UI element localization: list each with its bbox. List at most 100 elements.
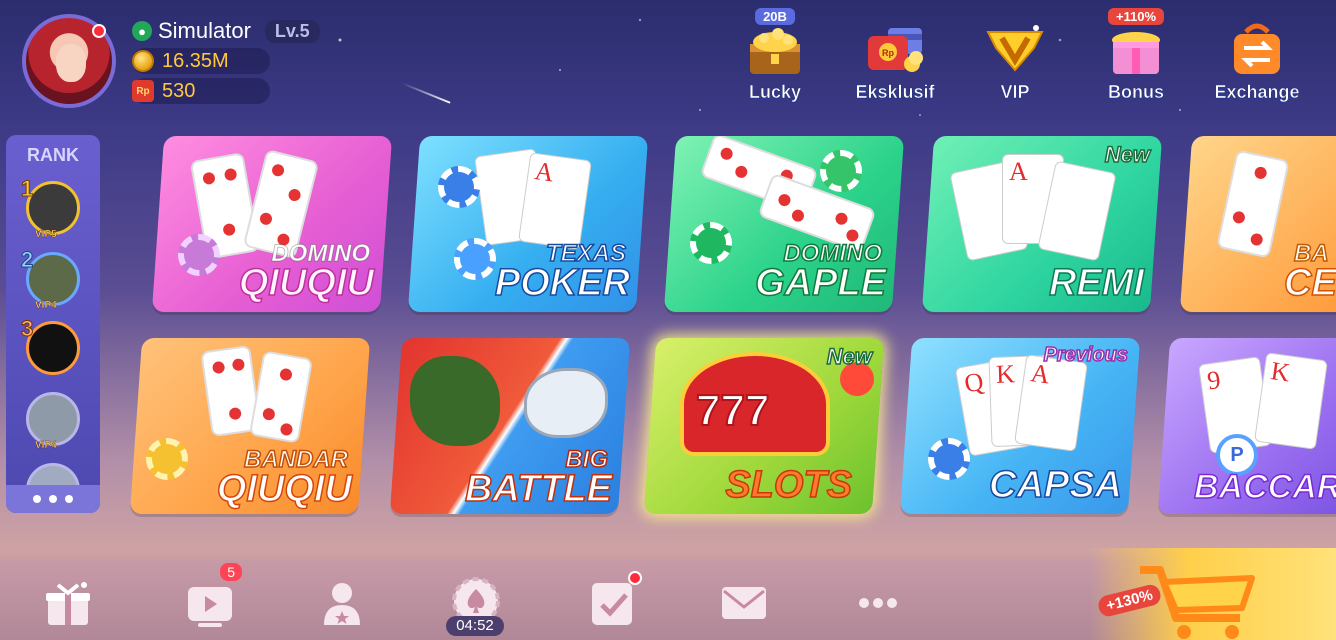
game-title-main: BATTLE <box>464 467 613 511</box>
rank-entry-1[interactable]: 1 VIP5 <box>20 176 80 240</box>
gift-icon <box>46 582 90 625</box>
game-bandar-qiuqiu[interactable]: BANDAR QIUQIU <box>129 338 371 514</box>
menu-eksklusif-label: Eksklusif <box>855 82 935 103</box>
more-dot <box>33 495 41 503</box>
rank-entry-4[interactable]: VIP4 <box>26 392 80 451</box>
coin-icon <box>132 50 154 72</box>
game-title-main: QIUQIU <box>216 467 353 511</box>
poker-chip <box>690 222 732 264</box>
poker-chip <box>820 150 862 192</box>
game-remi[interactable]: A A A New REMI <box>921 136 1163 312</box>
playing-card-ace-hearts: A <box>518 152 592 250</box>
player-name: Simulator <box>158 18 251 43</box>
rank-entry-3[interactable]: 3 <box>20 316 80 375</box>
rank-panel[interactable]: RANK 1 VIP5 2 VIP4 3 VIP4 <box>6 135 100 513</box>
svg-text:Rp: Rp <box>882 48 894 58</box>
mail-button[interactable] <box>716 575 772 631</box>
notification-dot <box>92 24 106 38</box>
exclusive-wallet-icon: Rp <box>864 18 926 80</box>
shooting-star <box>401 82 451 104</box>
game-title-main: POKER <box>494 261 631 305</box>
coin-amount: 16.35M <box>162 49 229 72</box>
menu-bonus-label: Bonus <box>1108 82 1165 103</box>
poker-chip <box>454 238 496 280</box>
game-capsa[interactable]: Q K A Previous CAPSA <box>899 338 1141 514</box>
rank-title: RANK <box>27 145 79 165</box>
domino-tile <box>1216 149 1290 259</box>
mail-icon <box>722 587 766 619</box>
exchange-bag-icon <box>1226 18 1288 80</box>
rp-amount: 530 <box>162 79 196 102</box>
user-star-icon <box>324 583 360 625</box>
menu-vip[interactable]: VIP <box>960 6 1070 102</box>
game-slots[interactable]: 777 New SLOTS <box>643 338 885 514</box>
rank-number: 1 <box>20 176 34 202</box>
tiger-icon <box>524 368 608 438</box>
tv-play-icon <box>188 587 232 627</box>
poker-chip <box>178 234 220 276</box>
video-badge: 5 <box>220 563 242 581</box>
vip-crown-icon <box>984 18 1046 80</box>
previous-tag: Previous <box>1043 343 1129 367</box>
new-tag: New <box>826 343 873 370</box>
game-title-main: REMI <box>1048 261 1145 305</box>
rank-vip: VIP4 <box>35 440 57 451</box>
dragon-icon <box>410 356 500 446</box>
player-avatar[interactable] <box>22 14 116 108</box>
avatar-face <box>56 44 86 82</box>
game-title-main: SLOTS <box>725 463 853 507</box>
tasks-button[interactable] <box>584 571 642 631</box>
game-domino-gaple[interactable]: DOMINO GAPLE <box>663 136 905 312</box>
rank-number: 3 <box>20 316 34 342</box>
game-bandar-ceme[interactable]: BA CE <box>1179 136 1336 312</box>
spin-timer: 04:52 <box>446 616 504 636</box>
poker-chip <box>928 438 970 480</box>
game-title-main: CE <box>1283 261 1336 305</box>
rank-vip: VIP4 <box>35 300 57 311</box>
more-button[interactable] <box>850 575 906 631</box>
domino-tile <box>248 350 314 444</box>
rank-number: 2 <box>20 247 34 273</box>
lucky-badge: 20B <box>755 8 795 25</box>
menu-eksklusif[interactable]: Rp Eksklusif <box>840 6 950 102</box>
tasks-notification-dot <box>628 571 642 585</box>
menu-exchange-label: Exchange <box>1214 82 1300 103</box>
poker-chip <box>438 166 480 208</box>
game-domino-qiuqiu[interactable]: DOMINO QIUQIU <box>151 136 393 312</box>
menu-vip-label: VIP <box>1000 82 1030 103</box>
menu-bonus[interactable]: +110% Bonus <box>1081 6 1191 102</box>
game-big-battle[interactable]: BIG BATTLE <box>389 338 631 514</box>
profile-button[interactable] <box>314 575 370 631</box>
game-title-main: CAPSA <box>988 463 1123 507</box>
rank-entry-2[interactable]: 2 VIP4 <box>20 247 80 311</box>
video-button[interactable]: 5 <box>182 563 242 631</box>
player-name-row: ● Simulator Lv.5 <box>132 18 320 44</box>
menu-lucky-label: Lucky <box>748 82 802 103</box>
more-dot <box>49 495 57 503</box>
coin-balance[interactable]: 16.35M <box>132 48 270 74</box>
game-title-main: QIUQIU <box>238 261 375 305</box>
playing-card-king: K <box>1254 352 1328 450</box>
menu-lucky[interactable]: 20B Lucky <box>720 6 830 102</box>
slot-machine-icon: 777 <box>680 352 830 456</box>
more-dots-icon <box>859 598 897 608</box>
new-tag: New <box>1104 141 1151 168</box>
user-icon: ● <box>132 21 152 41</box>
game-title-main: GAPLE <box>754 261 886 305</box>
rank-more-button[interactable] <box>6 485 100 513</box>
game-title-main: BACCARA <box>1193 467 1336 507</box>
gift-box-icon: +110% <box>1105 8 1167 80</box>
gift-button[interactable] <box>40 575 96 631</box>
playing-card-ace: A <box>1014 354 1088 452</box>
game-baccarat[interactable]: 9 K P BACCARA <box>1157 338 1336 514</box>
treasure-chest-icon: 20B <box>744 8 806 80</box>
gold-coin <box>146 438 188 480</box>
checklist-icon <box>592 583 632 625</box>
game-texas-poker[interactable]: A A TEXAS POKER <box>407 136 649 312</box>
more-dot <box>65 495 73 503</box>
rp-balance[interactable]: Rp 530 <box>132 78 270 104</box>
player-level: Lv.5 <box>264 19 320 43</box>
rp-icon: Rp <box>132 80 154 102</box>
menu-exchange[interactable]: Exchange <box>1202 6 1312 102</box>
rank-vip: VIP5 <box>35 229 57 240</box>
